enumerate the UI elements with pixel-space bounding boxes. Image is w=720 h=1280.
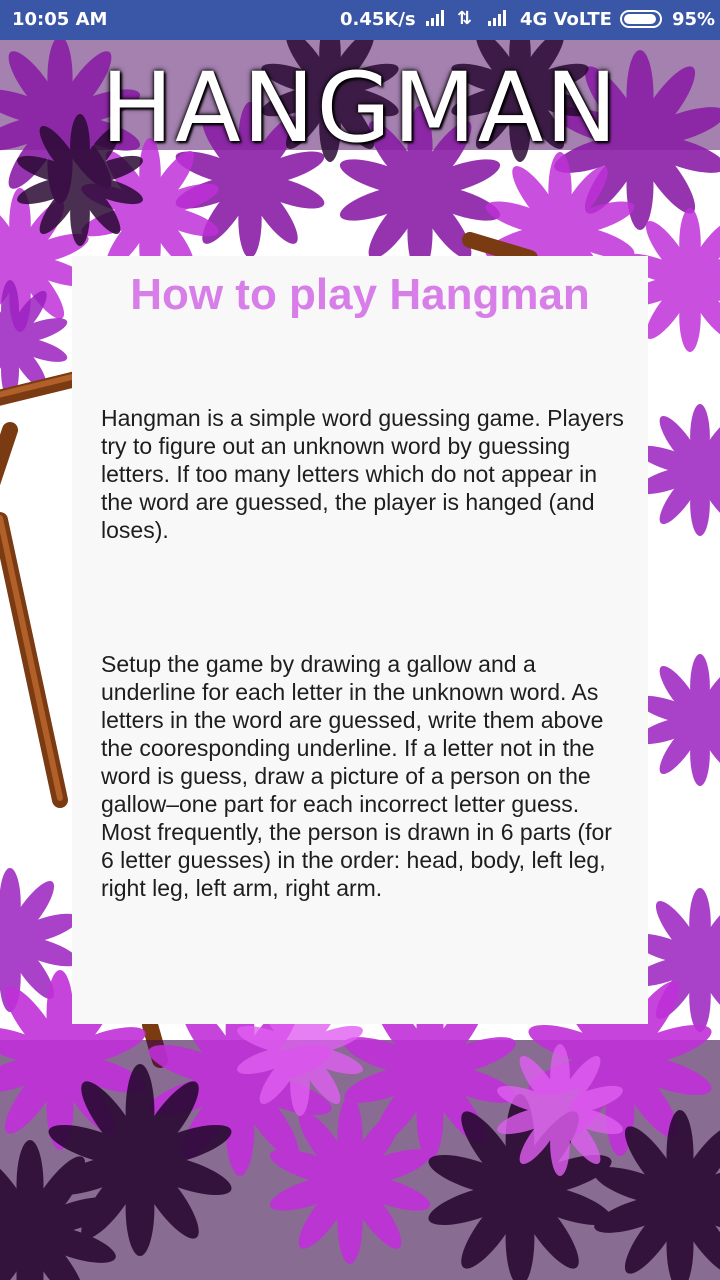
network-speed: 0.45K/s xyxy=(340,9,416,30)
battery-percent: 95% xyxy=(672,9,716,30)
battery-icon xyxy=(620,10,662,28)
clock: 10:05 AM xyxy=(12,9,108,30)
data-transfer-icon: ⇅ xyxy=(457,8,473,29)
instructions-paragraph: Setup the game by drawing a gallow and a… xyxy=(101,651,612,901)
app-title: HANGMAN xyxy=(100,52,620,164)
battery-level-fill xyxy=(624,14,657,24)
signal-strength-icon xyxy=(424,8,446,28)
instructions-heading: How to play Hangman xyxy=(130,270,590,319)
signal-strength-icon xyxy=(486,8,508,28)
status-bar: 10:05 AM 0.45K/s ⇅ 4G VoLTE 95% xyxy=(0,0,720,40)
instructions-card: How to play Hangman Hangman is a simple … xyxy=(72,256,648,1024)
network-type: 4G VoLTE xyxy=(520,9,612,30)
instructions-paragraph: Hangman is a simple word guessing game. … xyxy=(101,405,624,543)
